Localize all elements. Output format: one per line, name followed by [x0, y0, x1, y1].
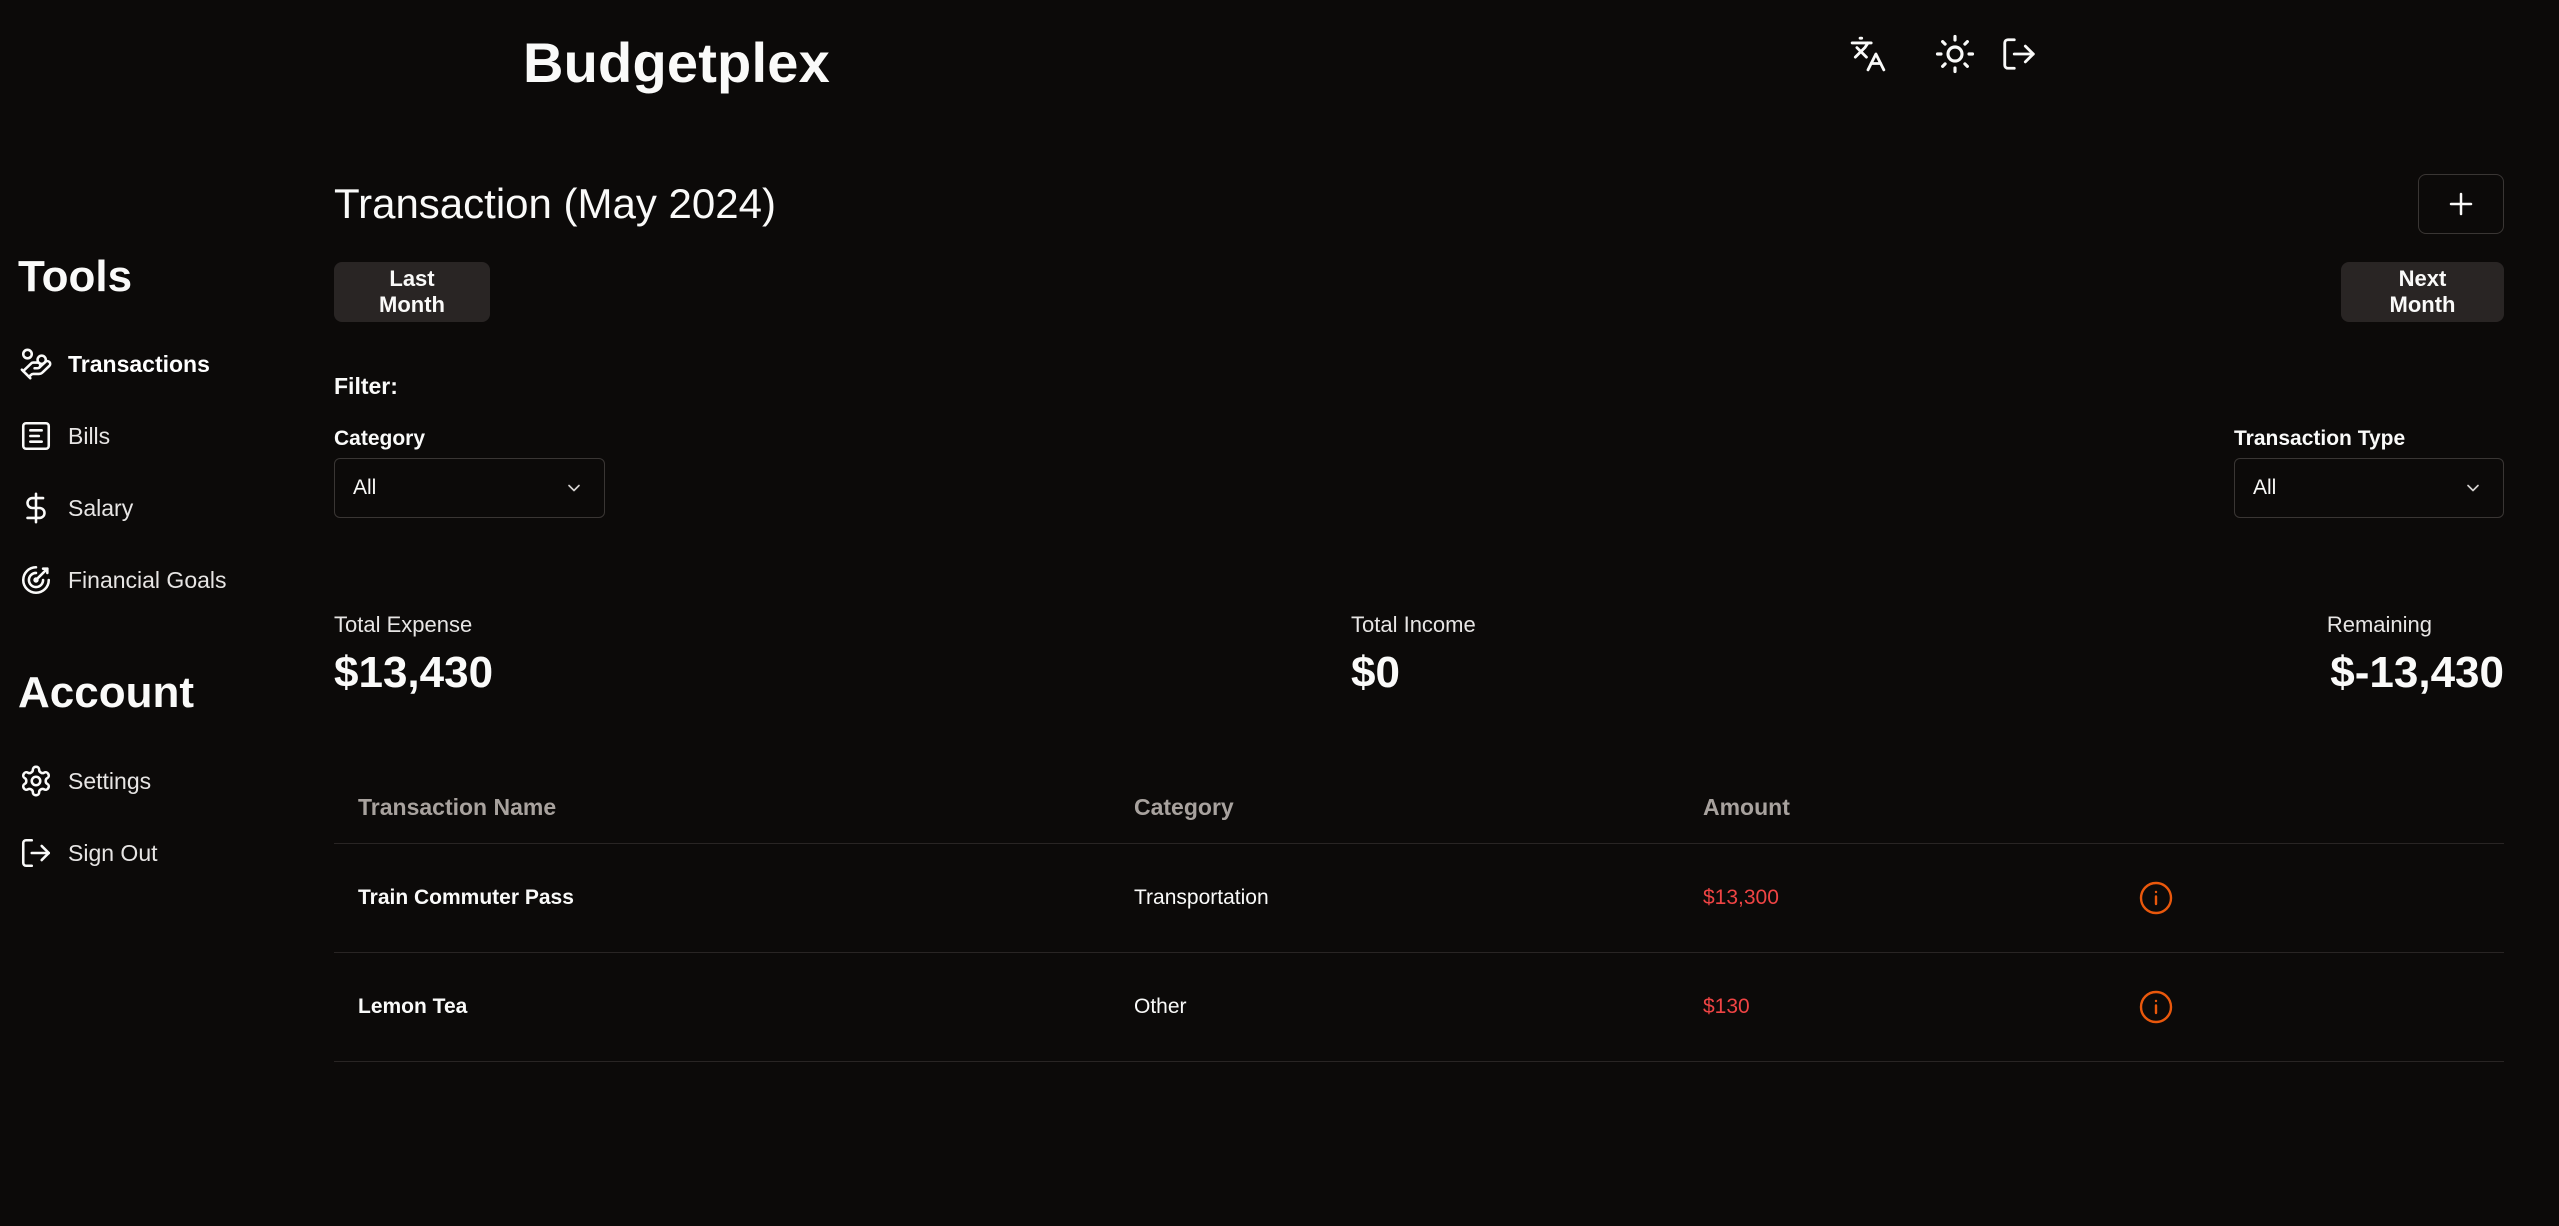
column-header-amount: Amount	[1703, 794, 1790, 820]
transaction-amount: $130	[1703, 995, 1750, 1018]
app-page: Budgetplex Tools Transactions Bills Sala…	[0, 0, 2559, 1226]
gear-icon	[18, 763, 54, 799]
transaction-name: Train Commuter Pass	[358, 886, 574, 909]
account-heading: Account	[18, 668, 194, 717]
sidebar-item-label: Sign Out	[68, 839, 158, 866]
next-month-button[interactable]: Next Month	[2341, 262, 2504, 322]
page-title: Transaction (May 2024)	[334, 180, 776, 227]
dollar-icon	[18, 490, 54, 526]
transaction-amount: $13,300	[1703, 886, 1779, 909]
add-transaction-button[interactable]	[2418, 174, 2504, 234]
logout-icon[interactable]	[1997, 32, 2041, 76]
category-select[interactable]: All	[334, 458, 605, 518]
sidebar-item-salary[interactable]: Salary	[18, 486, 133, 530]
hand-coins-icon	[18, 346, 54, 382]
transactions-table: Transaction Name Category Amount Train C…	[334, 770, 2504, 1062]
transaction-type-filter-label: Transaction Type	[2234, 427, 2406, 450]
transaction-type-select[interactable]: All	[2234, 458, 2504, 518]
total-expense-label: Total Expense	[334, 612, 473, 637]
remaining-label: Remaining	[2326, 612, 2432, 637]
last-month-button[interactable]: Last Month	[334, 262, 490, 322]
header-actions	[0, 32, 2559, 82]
info-icon[interactable]	[2138, 989, 2174, 1025]
sidebar-item-sign-out[interactable]: Sign Out	[18, 831, 158, 875]
transaction-name: Lemon Tea	[358, 995, 468, 1018]
sidebar-item-label: Financial Goals	[68, 566, 227, 593]
chevron-down-icon	[568, 484, 580, 492]
sidebar-item-financial-goals[interactable]: Financial Goals	[18, 558, 227, 602]
total-expense-value: $13,430	[334, 648, 494, 697]
transaction-category: Other	[1134, 995, 1187, 1018]
table-header: Transaction Name Category Amount	[334, 770, 2504, 844]
sidebar-item-transactions[interactable]: Transactions	[18, 342, 210, 386]
category-filter-label: Category	[334, 427, 426, 450]
column-header-name: Transaction Name	[358, 794, 557, 820]
table-row: Train Commuter Pass Transportation $13,3…	[334, 844, 2504, 953]
target-icon	[18, 562, 54, 598]
total-income-value: $0	[1351, 648, 1400, 697]
sidebar-item-label: Bills	[68, 422, 111, 449]
sidebar-item-bills[interactable]: Bills	[18, 414, 110, 458]
logout-icon	[18, 835, 54, 871]
chevron-down-icon	[2467, 484, 2479, 492]
table-row: Lemon Tea Other $130	[334, 953, 2504, 1062]
sidebar: Tools Transactions Bills Salary Financia…	[0, 0, 300, 1226]
remaining-value: $-13,430	[2330, 648, 2504, 697]
total-income-label: Total Income	[1351, 612, 1476, 637]
transaction-category: Transportation	[1134, 886, 1269, 909]
filter-label: Filter:	[334, 373, 398, 399]
info-icon[interactable]	[2138, 880, 2174, 916]
sidebar-item-label: Salary	[68, 494, 134, 521]
sidebar-item-label: Settings	[68, 767, 152, 794]
tools-heading: Tools	[18, 252, 133, 301]
plus-icon	[2449, 192, 2473, 216]
transaction-type-select-value: All	[2253, 476, 2277, 499]
translate-icon[interactable]	[1846, 32, 1890, 76]
sun-icon[interactable]	[1933, 32, 1977, 76]
sidebar-item-label: Transactions	[68, 350, 210, 377]
column-header-category: Category	[1134, 794, 1234, 820]
category-select-value: All	[353, 476, 377, 499]
sidebar-item-settings[interactable]: Settings	[18, 759, 151, 803]
receipt-icon	[18, 418, 54, 454]
